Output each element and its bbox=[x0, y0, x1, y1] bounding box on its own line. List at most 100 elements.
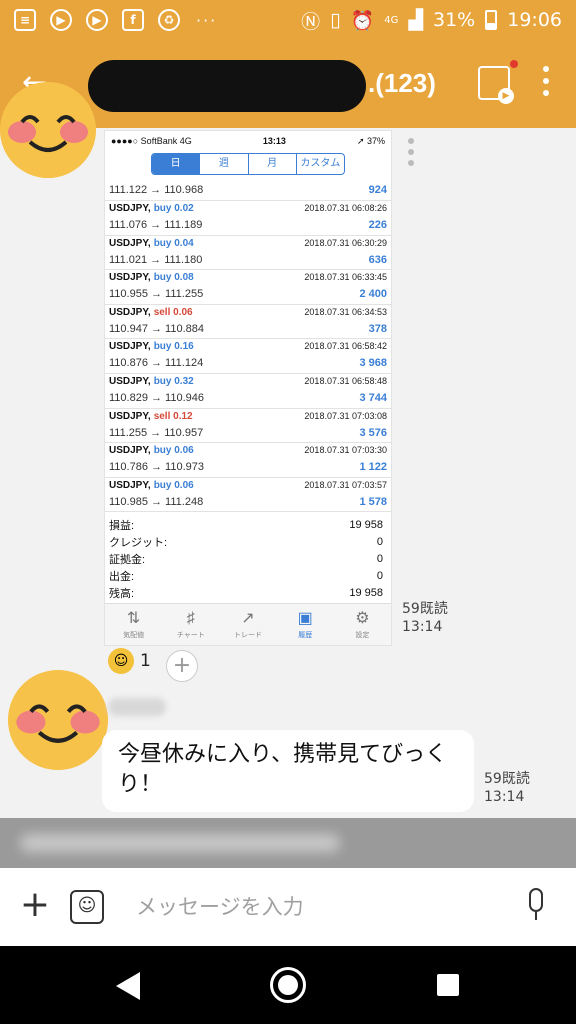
trade-pair: USDJPY, bbox=[109, 375, 151, 387]
trade-date: 2018.07.31 06:08:26 bbox=[304, 203, 387, 213]
trade-prices: 111.076 → 111.189 bbox=[109, 219, 203, 231]
app-tab-label: チャート bbox=[176, 632, 205, 639]
trade-row: 111.122 → 110.968 924 bbox=[105, 179, 391, 201]
microphone-icon[interactable] bbox=[522, 888, 550, 926]
app-tab[interactable]: ▣ 履歴 bbox=[277, 604, 334, 645]
summary-label: 損益: bbox=[109, 519, 135, 532]
read-count: 59既読 bbox=[484, 771, 530, 787]
carrier-label: ●●●●○ SoftBank 4G bbox=[111, 136, 192, 146]
trade-profit: 3 968 bbox=[359, 357, 387, 370]
trade-profit: 924 bbox=[368, 184, 387, 196]
blurred-message-preview bbox=[0, 818, 576, 868]
alarm-icon: ⏰ bbox=[350, 9, 375, 32]
period-tab[interactable]: 日 bbox=[152, 154, 201, 174]
trade-prices: 110.985 → 111.248 bbox=[109, 495, 204, 508]
album-icon[interactable]: ▶ bbox=[478, 66, 514, 104]
period-segmented-control: 日週月カスタム bbox=[151, 153, 345, 175]
youtube-icon: ▶ bbox=[50, 9, 72, 31]
trade-side: buy 0.32 bbox=[153, 375, 194, 387]
trade-row: USDJPY, buy 0.16 2018.07.31 06:58:42 110.87… bbox=[105, 339, 391, 374]
trade-icon: ↗ bbox=[241, 610, 255, 627]
member-count: .(123) bbox=[368, 68, 436, 98]
clock: 19:06 bbox=[507, 9, 562, 31]
reaction-chip[interactable]: ☺ 1 bbox=[108, 648, 151, 674]
trade-pair: USDJPY, bbox=[109, 306, 151, 318]
trade-profit: 226 bbox=[368, 219, 387, 231]
period-tab[interactable]: カスタム bbox=[297, 154, 344, 174]
trade-profit: 636 bbox=[368, 253, 387, 266]
trade-row: USDJPY, buy 0.06 2018.07.31 07:03:30 110.78… bbox=[105, 443, 391, 478]
trade-list: USDJPY, buy 0.02 2018.07.31 06:08:26 111.07… bbox=[105, 201, 391, 513]
play-icon: ▶ bbox=[498, 88, 514, 104]
summary-value: 0 bbox=[376, 535, 383, 548]
chat-name-redacted bbox=[88, 60, 366, 112]
trade-prices: 110.876 → 111.124 bbox=[109, 357, 204, 370]
recycle-icon: ♻ bbox=[158, 9, 180, 31]
add-reaction-button[interactable]: + bbox=[166, 650, 198, 682]
trade-prices: 111.021 → 111.180 bbox=[109, 253, 203, 266]
app-tab[interactable]: ⇅ 気配値 bbox=[105, 604, 162, 645]
trade-profit: 3 576 bbox=[359, 426, 387, 439]
trade-prices: 110.955 → 111.255 bbox=[109, 288, 204, 301]
nav-recents-icon[interactable] bbox=[437, 974, 459, 996]
ios-status-bar: ●●●●○ SoftBank 4G 13:13 ➚ 37% bbox=[105, 131, 391, 151]
account-summary: 損益: 19 958 クレジット: 0 証拠金: 0 出金: 0 残高: 19 958 bbox=[105, 512, 391, 601]
battery-percent: 31% bbox=[433, 9, 476, 31]
avatar[interactable] bbox=[8, 670, 108, 770]
more-dots-icon: ··· bbox=[196, 10, 218, 30]
period-tab[interactable]: 週 bbox=[200, 154, 249, 174]
summary-label: 出金: bbox=[109, 570, 135, 583]
reaction-count: 1 bbox=[140, 651, 151, 671]
trade-profit: 1 122 bbox=[359, 461, 387, 474]
trade-pair: USDJPY, bbox=[109, 341, 151, 353]
trade-side: sell 0.12 bbox=[153, 410, 193, 422]
app-tab-label: トレード bbox=[234, 632, 262, 639]
trade-side: buy 0.02 bbox=[153, 203, 194, 214]
trade-profit: 2 400 bbox=[359, 288, 387, 301]
notes-icon: ≡ bbox=[14, 9, 36, 31]
message-options-icon[interactable] bbox=[408, 138, 414, 171]
history-icon: ▣ bbox=[297, 610, 313, 627]
trade-prices: 111.255 → 110.957 bbox=[109, 426, 204, 439]
smiley-icon bbox=[0, 82, 96, 178]
message-input[interactable] bbox=[136, 888, 496, 926]
message-bubble[interactable]: 今昼休みに入り、携帯見てびっくり！ bbox=[102, 730, 474, 812]
message-meta: 59既読 13:14 bbox=[484, 770, 530, 806]
trade-row: USDJPY, buy 0.06 2018.07.31 07:03:57 110.98… bbox=[105, 478, 391, 513]
app-tab[interactable]: ⚙ 設定 bbox=[334, 604, 391, 645]
battery-icon bbox=[485, 10, 498, 30]
kebab-menu-icon[interactable] bbox=[536, 66, 556, 100]
sticker-icon[interactable]: ☺ bbox=[70, 890, 104, 924]
app-tab-label: 設定 bbox=[355, 632, 370, 639]
trade-pair: USDJPY, bbox=[109, 272, 151, 284]
trade-pair: USDJPY, bbox=[109, 410, 151, 422]
trade-date: 2018.07.31 06:34:53 bbox=[304, 306, 387, 317]
signal-icon: ▟ bbox=[408, 9, 423, 31]
summary-value: 0 bbox=[376, 569, 383, 582]
app-tab[interactable]: ↗ トレード bbox=[219, 604, 276, 645]
period-tab[interactable]: 月 bbox=[249, 154, 297, 174]
trade-row: USDJPY, buy 0.02 2018.07.31 06:08:26 111.07… bbox=[105, 201, 391, 236]
nav-back-icon[interactable] bbox=[116, 972, 140, 1000]
status-bar: ≡ ▶ ▶ f ♻ ··· Ⓝ ▯ ⏰ 4G ▟ 31% 19:06 bbox=[0, 0, 576, 40]
trade-profit: 3 744 bbox=[359, 391, 387, 404]
summary-row: 損益: 19 958 bbox=[109, 516, 383, 533]
trade-side: buy 0.16 bbox=[153, 341, 194, 353]
app-tab[interactable]: ♯ チャート bbox=[162, 604, 219, 645]
trade-row: USDJPY, buy 0.08 2018.07.31 06:33:45 110.95… bbox=[105, 270, 391, 305]
trade-row: USDJPY, buy 0.04 2018.07.31 06:30:29 111.02… bbox=[105, 236, 391, 271]
summary-row: 証拠金: 0 bbox=[109, 550, 383, 567]
trade-history-screenshot[interactable]: ●●●●○ SoftBank 4G 13:13 ➚ 37% 日週月カスタム 11… bbox=[104, 130, 392, 646]
app-tab-label: 履歴 bbox=[298, 632, 313, 639]
trade-date: 2018.07.31 07:03:57 bbox=[304, 479, 387, 490]
trade-prices: 110.786 → 110.973 bbox=[109, 461, 205, 474]
read-count: 59既読 bbox=[402, 601, 448, 617]
plus-button[interactable]: + bbox=[18, 887, 52, 923]
android-nav-bar bbox=[0, 946, 576, 1024]
trade-side: sell 0.06 bbox=[153, 306, 193, 318]
avatar[interactable] bbox=[0, 82, 96, 178]
nav-home-icon[interactable] bbox=[270, 967, 306, 1003]
ios-time: 13:13 bbox=[262, 136, 286, 146]
ios-battery: ➚ 37% bbox=[356, 135, 385, 146]
message-time: 13:14 bbox=[484, 789, 525, 805]
